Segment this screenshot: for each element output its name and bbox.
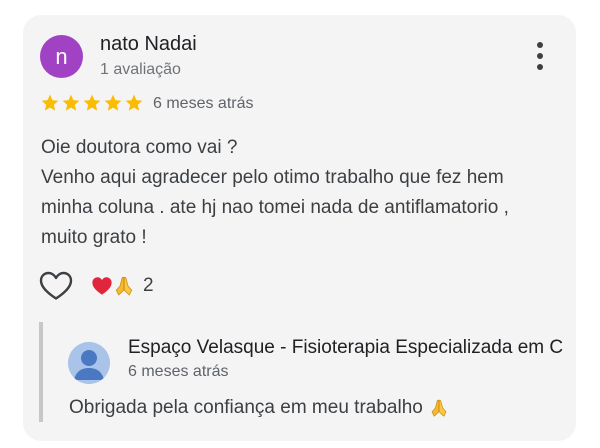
review-card: n nato Nadai 1 avaliação 6 meses atrás O… (23, 15, 576, 441)
default-profile-icon (68, 342, 110, 384)
author-name[interactable]: nato Nadai (100, 33, 197, 56)
folded-hands-icon (115, 276, 133, 296)
star-icon (41, 94, 59, 111)
owner-name[interactable]: Espaço Velasque - Fisioterapia Especiali… (128, 337, 563, 359)
owner-reply-text: Obrigada pela confiança em meu trabalho (69, 397, 449, 419)
author-review-count: 1 avaliação (100, 61, 181, 78)
owner-reply-date: 6 meses atrás (128, 363, 229, 380)
folded-hands-icon (431, 399, 447, 417)
owner-reply-text-content: Obrigada pela confiança em meu trabalho (69, 397, 423, 418)
owner-avatar[interactable] (68, 342, 110, 384)
star-icon (125, 94, 143, 111)
reactions[interactable]: 2 (91, 273, 154, 299)
review-text-line: muito grato ! (41, 227, 147, 248)
more-vert-icon-dot-top (537, 42, 543, 48)
review-text-line: Venho aqui agradecer pelo otimo trabalho… (41, 167, 504, 188)
review-text: Oie doutora como vai ? Venho aqui agrade… (41, 133, 561, 253)
more-vert-icon-dot-bottom (537, 64, 543, 70)
more-options-button[interactable] (528, 40, 552, 72)
review-text-line: Oie doutora como vai ? (41, 137, 238, 158)
more-vert-icon-dot-middle (537, 53, 543, 59)
star-icon (83, 94, 101, 111)
like-button[interactable] (39, 271, 73, 301)
star-icon (104, 94, 122, 111)
reaction-count: 2 (143, 275, 154, 296)
star-icon (62, 94, 80, 111)
review-date: 6 meses atrás (153, 95, 254, 112)
review-text-line: minha coluna . ate hj nao tomei nada de … (41, 197, 509, 218)
author-avatar[interactable]: n (40, 35, 83, 78)
red-heart-icon (92, 277, 112, 295)
star-rating (40, 93, 144, 115)
heart-outline-icon (39, 271, 73, 300)
owner-reply: Espaço Velasque - Fisioterapia Especiali… (39, 322, 576, 422)
